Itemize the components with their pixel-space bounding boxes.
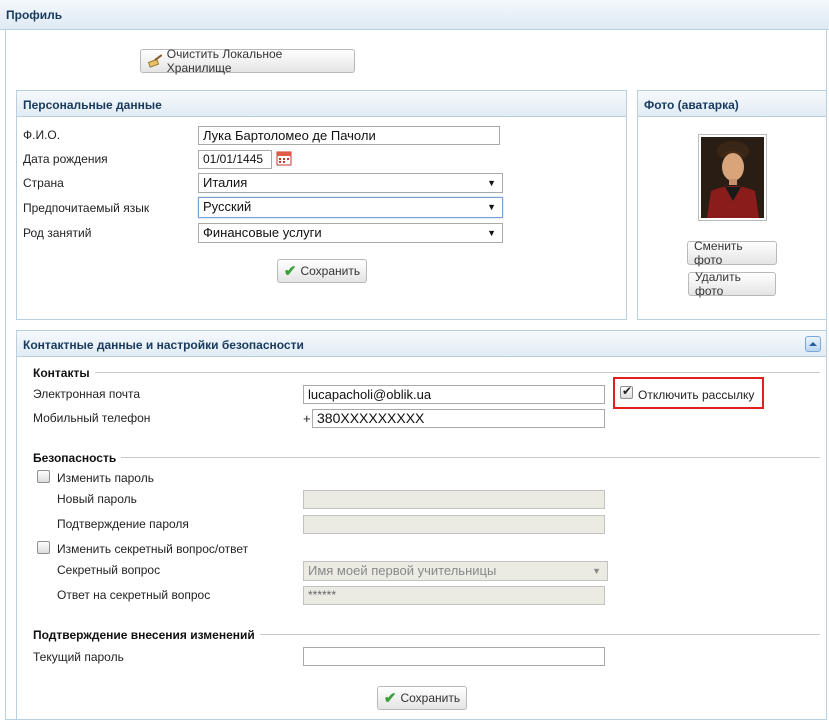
collapse-icon[interactable] — [805, 336, 821, 352]
country-label: Страна — [23, 176, 64, 190]
personal-data-header: Персональные данные — [17, 91, 626, 117]
email-input[interactable]: lucapacholi@oblik.ua — [303, 385, 605, 404]
change-photo-button[interactable]: Сменить фото — [687, 239, 777, 267]
delete-photo-label: Удалить фото — [695, 270, 741, 298]
occupation-select[interactable]: Финансовые услуги ▼ — [198, 223, 503, 243]
confirm-password-label: Подтверждение пароля — [57, 517, 189, 531]
change-secret-label[interactable]: Изменить секретный вопрос/ответ — [57, 542, 248, 556]
contacts-security-header: Контактные данные и настройки безопаснос… — [17, 331, 826, 357]
save-security-label: Сохранить — [400, 691, 461, 705]
language-value: Русский — [203, 199, 252, 214]
dropdown-arrow-icon: ▼ — [487, 202, 496, 212]
broom-icon — [147, 54, 163, 68]
personal-data-title: Персональные данные — [23, 98, 162, 112]
delete-photo-button[interactable]: Удалить фото — [688, 270, 776, 298]
change-password-checkbox[interactable] — [37, 470, 50, 483]
secret-question-label: Секретный вопрос — [57, 563, 161, 577]
unsubscribe-checkbox[interactable] — [620, 384, 633, 399]
photo-title: Фото (аватарка) — [644, 98, 739, 112]
contacts-section-title: Контакты — [33, 366, 90, 380]
fio-label: Ф.И.О. — [23, 128, 61, 142]
clear-storage-button[interactable]: Очистить Локальное Хранилище — [140, 47, 355, 75]
clear-storage-label: Очистить Локальное Хранилище — [166, 47, 283, 75]
page-title: Профиль — [6, 8, 63, 22]
new-password-label: Новый пароль — [57, 492, 137, 506]
avatar — [698, 134, 767, 221]
save-personal-button[interactable]: ✔ Сохранить — [277, 259, 367, 283]
photo-header: Фото (аватарка) — [638, 91, 826, 117]
secret-question-select[interactable]: Имя моей первой учительницы ▼ — [303, 561, 608, 581]
current-password-input[interactable] — [303, 647, 605, 666]
save-security-button[interactable]: ✔ Сохранить — [377, 686, 467, 710]
section-divider — [121, 457, 820, 458]
calendar-icon[interactable] — [276, 150, 292, 166]
dropdown-arrow-icon: ▼ — [487, 228, 496, 238]
dropdown-arrow-icon: ▼ — [487, 178, 496, 188]
secret-answer-label: Ответ на секретный вопрос — [57, 588, 211, 602]
fio-input[interactable]: Лука Бартоломео де Пачоли — [198, 126, 500, 145]
country-select[interactable]: Италия ▼ — [198, 173, 503, 193]
portrait-image — [701, 137, 764, 218]
unsubscribe-label[interactable]: Отключить рассылку — [638, 388, 754, 402]
change-secret-checkbox[interactable] — [37, 541, 50, 554]
change-photo-label: Сменить фото — [694, 239, 743, 267]
check-icon: ✔ — [283, 263, 297, 280]
birth-date-label: Дата рождения — [23, 152, 108, 166]
dropdown-arrow-icon: ▼ — [592, 566, 601, 576]
collapse-arrow-icon — [809, 342, 817, 346]
confirm-password-input[interactable] — [303, 515, 605, 534]
phone-label: Мобильный телефон — [33, 411, 151, 425]
language-label: Предпочитаемый язык — [23, 201, 150, 215]
section-divider — [95, 372, 820, 373]
save-personal-label: Сохранить — [300, 264, 361, 278]
section-divider — [260, 634, 820, 635]
check-icon: ✔ — [383, 690, 397, 707]
occupation-value: Финансовые услуги — [203, 225, 322, 240]
email-label: Электронная почта — [33, 387, 141, 401]
phone-prefix: + — [303, 411, 311, 426]
page-header: Профиль — [0, 0, 829, 30]
contacts-security-title: Контактные данные и настройки безопаснос… — [23, 338, 304, 352]
new-password-input[interactable] — [303, 490, 605, 509]
security-section-title: Безопасность — [33, 451, 117, 465]
language-select[interactable]: Русский ▼ — [198, 197, 503, 218]
birth-date-input[interactable]: 01/01/1445 — [198, 150, 272, 169]
secret-answer-input[interactable]: ****** — [303, 586, 605, 605]
confirm-section-title: Подтверждение внесения изменений — [33, 628, 255, 642]
current-password-label: Текущий пароль — [33, 650, 124, 664]
secret-question-value: Имя моей первой учительницы — [308, 563, 497, 578]
phone-input[interactable]: 380XXXXXXXXX — [312, 409, 605, 428]
country-value: Италия — [203, 175, 248, 190]
change-password-label[interactable]: Изменить пароль — [57, 471, 154, 485]
occupation-label: Род занятий — [23, 226, 92, 240]
